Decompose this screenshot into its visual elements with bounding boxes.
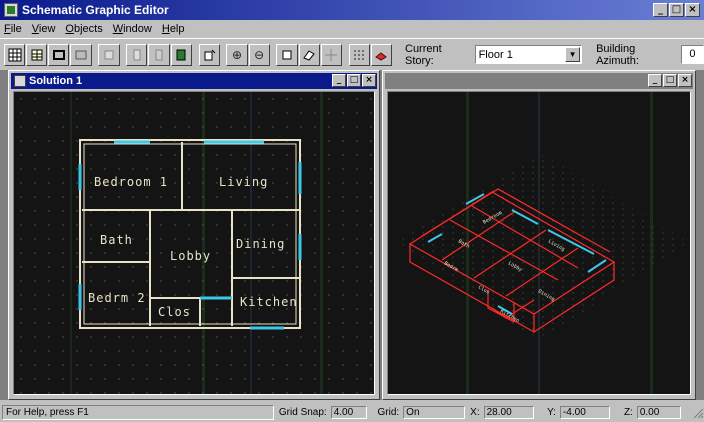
- grid-field: Grid: On: [374, 404, 466, 420]
- copy-icon[interactable]: [98, 43, 120, 66]
- text-icon[interactable]: [126, 43, 148, 66]
- y-value: -4.00: [559, 405, 610, 419]
- move-icon[interactable]: [320, 43, 342, 66]
- grid-snap-value: 4.00: [330, 405, 367, 419]
- close-button[interactable]: ×: [362, 74, 376, 87]
- room-label-bedrm-2: Bedrm 2: [88, 291, 146, 305]
- floor-plan-drawing: Bedroom 1 Living Bath Lobby Dining Bedrm…: [14, 92, 374, 394]
- resize-grip-icon[interactable]: [690, 405, 704, 419]
- minimize-button[interactable]: _: [648, 74, 662, 87]
- x-value: 28.00: [483, 405, 534, 419]
- room-label-lobby: Lobby: [170, 249, 211, 263]
- grid-label: Grid:: [377, 406, 400, 418]
- chevron-down-icon[interactable]: ▼: [565, 47, 581, 62]
- maximize-button[interactable]: □: [663, 74, 677, 87]
- grid-snap-label: Grid Snap:: [278, 406, 327, 418]
- close-button[interactable]: ×: [678, 74, 692, 87]
- child-window-controls: _ □ ×: [332, 74, 376, 87]
- select-icon[interactable]: [276, 43, 298, 66]
- y-label: Y:: [547, 406, 556, 418]
- window-title: Schematic Graphic Editor: [22, 3, 169, 17]
- maximize-button[interactable]: □: [669, 3, 684, 17]
- z-value: 0.00: [636, 405, 681, 419]
- x-coord-field: X: 28.00: [467, 404, 543, 420]
- window-controls: _ □ ×: [653, 3, 700, 17]
- y-coord-field: Y: -4.00: [544, 404, 619, 420]
- room-label-bath: Bath: [100, 233, 133, 247]
- minimize-button[interactable]: _: [653, 3, 668, 17]
- snap-grid-icon[interactable]: [348, 43, 370, 66]
- help-text: For Help, press F1: [6, 406, 89, 418]
- child-window-controls: _ □ ×: [648, 74, 692, 87]
- snap-grid: [14, 92, 374, 394]
- isometric-window: _ □ × Bedroom Bath Living Lobby Bedrm Cl…: [382, 70, 696, 400]
- zoom-out-icon[interactable]: ⊖: [248, 43, 270, 66]
- isometric-drawing: Bedroom Bath Living Lobby Bedrm Clos Din…: [388, 92, 690, 394]
- menu-file[interactable]: File: [4, 23, 22, 35]
- menu-window[interactable]: Window: [113, 23, 152, 35]
- app-icon[interactable]: [4, 3, 18, 17]
- room-label-living: Living: [219, 175, 268, 189]
- solution-window-titlebar[interactable]: Solution 1 _ □ ×: [11, 73, 377, 89]
- current-story-select[interactable]: Floor 1 ▼: [474, 45, 583, 64]
- isometric-canvas[interactable]: Bedroom Bath Living Lobby Bedrm Clos Din…: [387, 91, 691, 395]
- frame-icon[interactable]: [48, 43, 70, 66]
- plan-canvas[interactable]: Bedroom 1 Living Bath Lobby Dining Bedrm…: [13, 91, 375, 395]
- room-label-clos: Clos: [158, 305, 191, 319]
- current-story-value: Floor 1: [478, 48, 513, 61]
- help-status: For Help, press F1: [2, 404, 274, 420]
- menu-help[interactable]: Help: [162, 23, 185, 35]
- close-button[interactable]: ×: [685, 3, 700, 17]
- page-icon[interactable]: [148, 43, 170, 66]
- z-label: Z:: [623, 406, 633, 418]
- room-label-bedroom-1: Bedroom 1: [94, 175, 168, 189]
- room-label-kitchen: Kitchen: [240, 295, 298, 309]
- building-azimuth-label: Building Azimuth:: [596, 42, 639, 67]
- maximize-button[interactable]: □: [347, 74, 361, 87]
- z-coord-field: Z: 0.00: [620, 404, 686, 420]
- render-icon[interactable]: [370, 43, 392, 66]
- menu-objects[interactable]: Objects: [65, 23, 102, 35]
- eraser-icon[interactable]: [298, 43, 320, 66]
- isometric-window-titlebar[interactable]: _ □ ×: [385, 73, 693, 89]
- window-icon[interactable]: [198, 43, 220, 66]
- menu-view[interactable]: View: [32, 23, 56, 35]
- grid-snap-field: Grid Snap: 4.00: [275, 404, 371, 420]
- zoom-in-icon[interactable]: ⊕: [226, 43, 248, 66]
- x-label: X:: [470, 406, 480, 418]
- current-story-label: Current Story:: [405, 42, 442, 67]
- menu-bar: File View Objects Window Help: [0, 20, 704, 38]
- solution-window: Solution 1 _ □ × Bedroom 1 Living Bath L…: [8, 70, 380, 400]
- grid-value: On: [403, 405, 466, 419]
- room-label-dining: Dining: [236, 237, 285, 251]
- layers-icon[interactable]: [26, 43, 48, 66]
- open-icon[interactable]: [70, 43, 92, 66]
- mdi-workspace: Solution 1 _ □ × Bedroom 1 Living Bath L…: [0, 70, 704, 400]
- solution-window-title: Solution 1: [29, 75, 83, 87]
- title-bar: Schematic Graphic Editor _ □ ×: [0, 0, 704, 20]
- minimize-button[interactable]: _: [332, 74, 346, 87]
- toolbar: ⊕ ⊖ Current Story: Floor 1 ▼ Building Az…: [0, 38, 704, 70]
- document-icon: [14, 75, 26, 87]
- grid-icon[interactable]: [4, 43, 26, 66]
- building-azimuth-input[interactable]: 0: [680, 45, 704, 64]
- door-icon[interactable]: [170, 43, 192, 66]
- status-bar: For Help, press F1 Grid Snap: 4.00 Grid:…: [0, 402, 704, 422]
